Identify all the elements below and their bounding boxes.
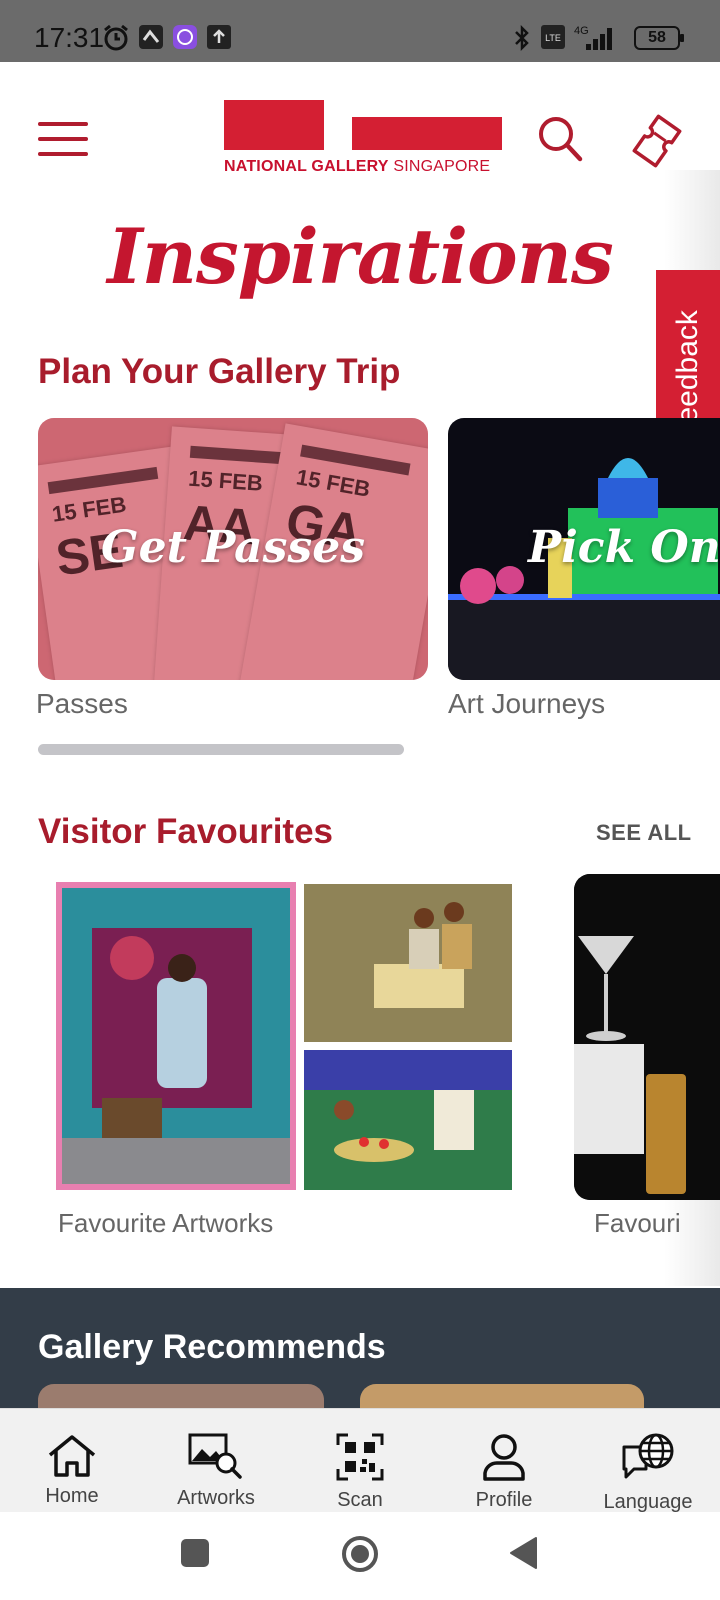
passes-card-title: Get Passes	[101, 522, 365, 573]
nav-scan[interactable]: Scan	[288, 1409, 432, 1513]
passes-label: Passes	[36, 688, 128, 719]
svg-text:LTE: LTE	[545, 33, 561, 43]
language-globe-icon	[622, 1433, 674, 1479]
art-journeys-label: Art Journeys	[448, 688, 606, 719]
scroll-hint-fade	[664, 170, 720, 270]
logo-text-bold: NATIONAL GALLERY	[224, 158, 389, 175]
gallery-recommends-section: Gallery Recommends	[0, 1288, 720, 1424]
visitor-favourites-heading: Visitor Favourites	[38, 812, 334, 851]
nav-artworks[interactable]: Artworks	[144, 1409, 288, 1513]
artwork-tea-scene	[304, 1050, 512, 1190]
recent-apps-icon[interactable]	[180, 1538, 210, 1568]
artwork-two-women	[304, 884, 512, 1042]
nav-language-label: Language	[603, 1491, 693, 1513]
nav-home-label: Home	[45, 1485, 99, 1507]
nav-profile[interactable]: Profile	[432, 1409, 576, 1513]
art-journeys-card-title: Pick One	[528, 522, 720, 573]
artwork-thumbnail	[56, 882, 296, 1190]
nav-home[interactable]: Home	[0, 1409, 144, 1513]
hamburger-menu-icon[interactable]	[38, 122, 88, 156]
back-button-icon[interactable]	[508, 1536, 538, 1570]
search-icon[interactable]	[536, 114, 584, 164]
volte-icon: LTE	[541, 25, 565, 49]
messenger-app-icon	[173, 25, 197, 49]
bottom-navigation: Home Artworks Scan Profile Language	[0, 1408, 720, 1513]
see-all-link[interactable]: SEE ALL	[596, 820, 692, 846]
favourite-drinks-label: Favouri	[594, 1208, 681, 1238]
artwork-woman-portrait	[62, 928, 290, 1184]
gallery-recommends-heading: Gallery Recommends	[38, 1328, 386, 1366]
qr-scan-icon	[336, 1433, 384, 1481]
ticket-icon[interactable]	[630, 114, 684, 168]
plan-trip-heading: Plan Your Gallery Trip	[38, 352, 401, 391]
app-notification-icon	[139, 25, 163, 49]
network-type-label: 4G	[574, 25, 589, 37]
home-button-icon[interactable]	[340, 1534, 380, 1574]
profile-icon	[483, 1434, 525, 1481]
nav-language[interactable]: Language	[576, 1409, 720, 1513]
horizontal-scrollbar[interactable]	[38, 744, 404, 755]
passes-card[interactable]: 15 FEB SE 15 FEB AA 15 FEB GA Get Passes	[38, 418, 428, 680]
favourite-drinks-card[interactable]	[574, 874, 720, 1200]
national-gallery-logo[interactable]: NATIONAL GALLERY SINGAPORE	[224, 100, 502, 182]
art-journeys-card[interactable]: Pick One	[448, 418, 720, 680]
favourite-artworks-card[interactable]	[56, 882, 512, 1192]
alarm-icon	[104, 24, 128, 51]
home-icon	[48, 1435, 96, 1477]
signal-strength-icon: 4G	[574, 25, 612, 50]
status-time: 17:31	[34, 22, 105, 53]
artwork-thumbnail	[304, 884, 512, 1042]
nav-profile-label: Profile	[475, 1489, 533, 1511]
bluetooth-icon	[515, 24, 529, 52]
nav-artworks-label: Artworks	[177, 1487, 255, 1509]
artworks-icon	[188, 1433, 242, 1479]
artwork-thumbnail	[304, 1050, 512, 1190]
system-navigation-bar	[0, 1512, 720, 1600]
nav-scan-label: Scan	[337, 1489, 383, 1511]
cocktail-image	[574, 874, 720, 1200]
favourite-artworks-label: Favourite Artworks	[58, 1208, 274, 1238]
battery-indicator: 58	[634, 26, 684, 50]
page-title: Inspirations	[107, 212, 614, 301]
status-bar: 17:31 LTE 4G 58	[0, 0, 720, 62]
logo-text-light: SINGAPORE	[393, 158, 491, 175]
upload-icon	[207, 25, 231, 49]
